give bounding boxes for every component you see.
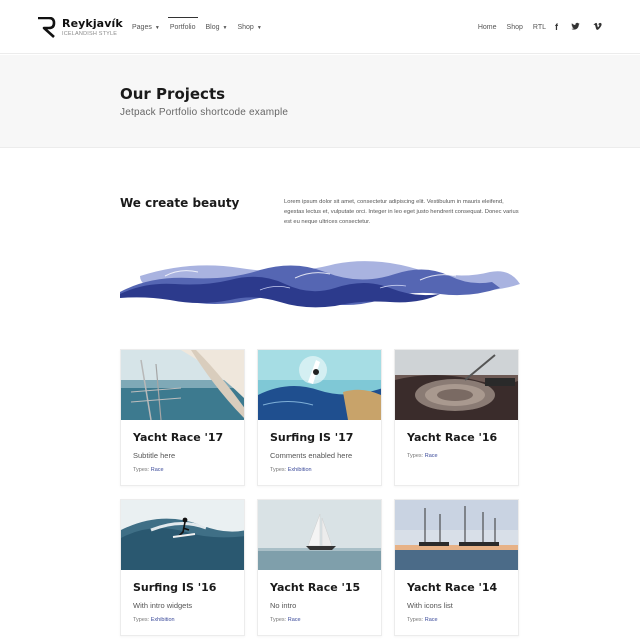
portfolio-card-yacht-race-14[interactable]: Yacht Race '14 With icons list Types: Ra… xyxy=(394,499,519,636)
nav-label: RTL xyxy=(532,24,546,31)
chevron-down-icon: ▼ xyxy=(222,25,228,31)
chevron-down-icon: ▼ xyxy=(256,25,262,31)
nav-label: Shop xyxy=(237,24,254,31)
waves-illustration xyxy=(120,261,520,308)
card-types: Types: Race xyxy=(133,467,164,473)
nav-label: Portfolio xyxy=(169,24,196,31)
types-label: Types: xyxy=(270,617,287,623)
types-label: Types: xyxy=(133,467,150,473)
card-types: Types: Exhibition xyxy=(133,617,175,623)
harbor-sunset-image[interactable] xyxy=(395,500,518,570)
portfolio-card-surfing-is-16[interactable]: Surfing IS '16 With intro widgets Types:… xyxy=(120,499,245,636)
types-label: Types: xyxy=(407,617,424,623)
portfolio-card-yacht-race-17[interactable]: Yacht Race '17 Subtitle here Types: Race xyxy=(120,349,245,486)
types-label: Types: xyxy=(270,467,287,473)
nav-label: Home xyxy=(477,24,497,31)
twitter-icon[interactable] xyxy=(571,22,580,31)
brand[interactable]: Reykjavík ICELANDISH STYLE xyxy=(62,17,123,38)
wave-jump-image[interactable] xyxy=(258,350,381,420)
social-links: f xyxy=(555,22,602,33)
nav-label: Blog xyxy=(205,24,220,31)
types-label: Types: xyxy=(407,453,424,459)
nav-label: Pages xyxy=(132,24,152,31)
card-title[interactable]: Yacht Race '17 xyxy=(133,431,223,444)
boat-rope-image[interactable] xyxy=(395,350,518,420)
card-title[interactable]: Surfing IS '16 xyxy=(133,581,216,594)
sailboat-deck-image[interactable] xyxy=(121,350,244,420)
card-subtitle: With intro widgets xyxy=(133,601,193,610)
portfolio-card-surfing-is-17[interactable]: Surfing IS '17 Comments enabled here Typ… xyxy=(257,349,382,486)
card-title[interactable]: Yacht Race '15 xyxy=(270,581,360,594)
intro-heading: We create beauty xyxy=(120,196,240,210)
type-link[interactable]: Race xyxy=(425,453,438,459)
type-link[interactable]: Race xyxy=(425,617,438,623)
intro-text: Lorem ipsum dolor sit amet, consectetur … xyxy=(284,199,519,225)
card-subtitle: Subtitle here xyxy=(133,451,176,460)
card-subtitle: No intro xyxy=(270,601,297,610)
page-subtitle: Jetpack Portfolio shortcode example xyxy=(120,107,289,118)
vimeo-icon[interactable] xyxy=(593,22,602,31)
logo-icon[interactable] xyxy=(37,17,57,38)
chevron-down-icon: ▼ xyxy=(154,25,160,31)
nav-label: Shop xyxy=(506,24,523,31)
card-title[interactable]: Surfing IS '17 xyxy=(270,431,353,444)
card-subtitle: With icons list xyxy=(407,601,453,610)
card-title[interactable]: Yacht Race '14 xyxy=(407,581,497,594)
page-header: Our Projects Jetpack Portfolio shortcode… xyxy=(0,55,640,148)
portfolio-card-yacht-race-16[interactable]: Yacht Race '16 Types: Race xyxy=(394,349,519,486)
type-link[interactable]: Exhibition xyxy=(151,617,175,623)
site-tagline: ICELANDISH STYLE xyxy=(62,31,118,37)
nav-item-blog[interactable]: Blog ▼ xyxy=(206,23,228,33)
nav-item-pages[interactable]: Pages ▼ xyxy=(132,23,160,33)
type-link[interactable]: Race xyxy=(288,617,301,623)
card-types: Types: Race xyxy=(407,617,438,623)
nav-item-portfolio[interactable]: Portfolio xyxy=(167,17,198,33)
types-label: Types: xyxy=(133,617,150,623)
card-subtitle: Comments enabled here xyxy=(270,451,353,460)
type-link[interactable]: Race xyxy=(151,467,164,473)
nav-item-rtl[interactable]: RTL xyxy=(533,23,546,33)
facebook-icon[interactable]: f xyxy=(555,22,558,33)
site-name[interactable]: Reykjavík xyxy=(62,17,123,30)
nav-item-home[interactable]: Home xyxy=(478,23,497,33)
card-types: Types: Race xyxy=(407,453,438,459)
page-title: Our Projects xyxy=(120,85,226,103)
site-header: Reykjavík ICELANDISH STYLE Pages ▼ Portf… xyxy=(0,0,640,54)
nav-item-shop-secondary[interactable]: Shop xyxy=(507,23,523,33)
sailboat-sea-image[interactable] xyxy=(258,500,381,570)
primary-nav: Pages ▼ Portfolio Blog ▼ Shop ▼ xyxy=(132,17,272,33)
secondary-nav: Home Shop RTL xyxy=(468,23,546,33)
portfolio-card-yacht-race-15[interactable]: Yacht Race '15 No intro Types: Race xyxy=(257,499,382,636)
type-link[interactable]: Exhibition xyxy=(288,467,312,473)
card-title[interactable]: Yacht Race '16 xyxy=(407,431,497,444)
surfer-image[interactable] xyxy=(121,500,244,570)
card-types: Types: Exhibition xyxy=(270,467,312,473)
nav-item-shop[interactable]: Shop ▼ xyxy=(237,23,261,33)
card-types: Types: Race xyxy=(270,617,301,623)
